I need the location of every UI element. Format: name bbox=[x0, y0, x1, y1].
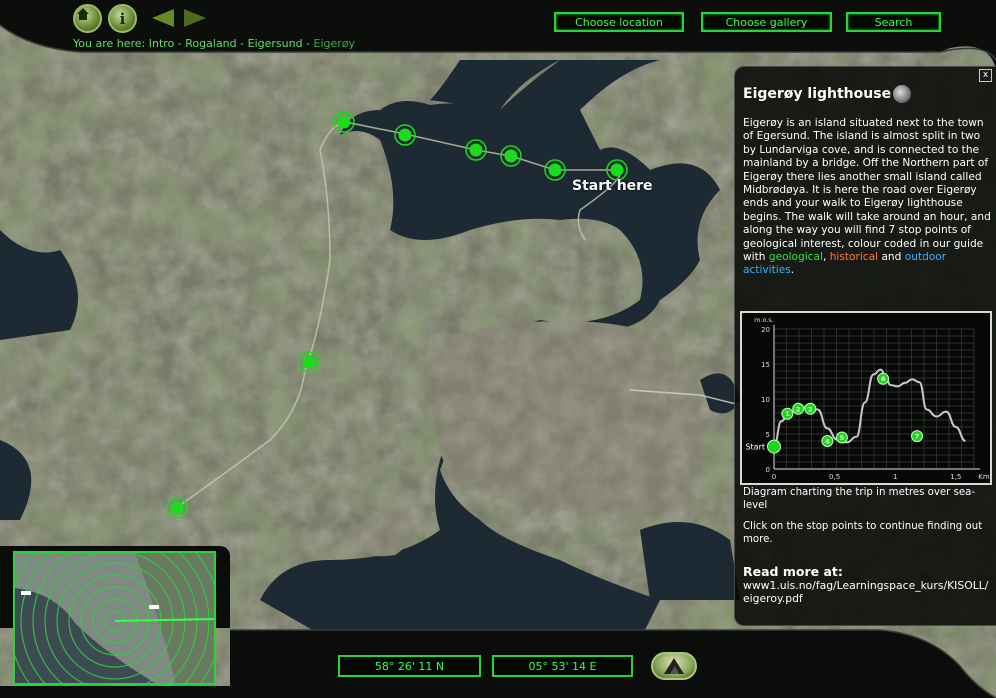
historical-label: historical bbox=[829, 251, 879, 264]
chart-stop-label: 4 bbox=[825, 438, 830, 446]
chart-stop-label: 6 bbox=[881, 375, 886, 383]
read-more-title: Read more at: bbox=[743, 564, 843, 579]
comma: , bbox=[822, 251, 827, 264]
chart-y-label: m.o.s. bbox=[754, 316, 774, 324]
info-panel: x Eigerøy lighthouse Eigerøy is an islan… bbox=[734, 66, 996, 626]
mountain-icon bbox=[664, 658, 684, 674]
breadcrumb-item-eigersund[interactable]: Eigersund bbox=[248, 37, 303, 50]
chart-x-tick-label: 1 bbox=[893, 473, 897, 481]
chart-y-tick-label: 20 bbox=[761, 326, 770, 334]
back-arrow-button[interactable] bbox=[152, 9, 174, 27]
breadcrumb-separator: - bbox=[306, 37, 311, 50]
click-instruction: Click on the stop points to continue fin… bbox=[743, 521, 983, 545]
chart-stop-label: 1 bbox=[785, 410, 790, 418]
chart-y-tick-label: 0 bbox=[766, 466, 770, 474]
longitude-display: 05° 53' 14 E bbox=[492, 655, 633, 677]
panel-description: Eigerøy is an island situated next to th… bbox=[743, 117, 991, 278]
chart-x-tick-label: 1,5 bbox=[950, 473, 961, 481]
chart-stop-label: 7 bbox=[915, 433, 920, 441]
geological-label: geological bbox=[768, 251, 823, 264]
elevation-chart: 0 5 10 15 20 0 0,5 1 1,5 m.o.s. Km Start 1 2 3 4 5 6 7 bbox=[740, 311, 992, 485]
bottom-bar: 58° 26' 11 N 05° 53' 14 E bbox=[0, 626, 996, 698]
info-icon: i bbox=[119, 9, 126, 28]
breadcrumb-separator: - bbox=[240, 37, 245, 50]
close-panel-button[interactable]: x bbox=[979, 69, 992, 82]
chart-y-tick-label: 5 bbox=[766, 431, 770, 439]
period: . bbox=[790, 264, 795, 277]
start-here-label: Start here bbox=[572, 178, 653, 194]
home-button[interactable] bbox=[73, 4, 102, 33]
top-bar: i You are here: Intro - Rogaland - Eiger… bbox=[0, 0, 996, 70]
forward-arrow-button[interactable] bbox=[184, 9, 206, 27]
chart-stop-point[interactable] bbox=[767, 439, 781, 454]
choose-gallery-button[interactable]: Choose gallery bbox=[701, 12, 832, 32]
terrain-view-button[interactable] bbox=[651, 652, 697, 680]
top-bar-shape bbox=[0, 0, 996, 70]
chart-x-tick-label: 0,5 bbox=[829, 473, 840, 481]
chart-stop-label: 2 bbox=[796, 405, 801, 413]
chart-start-label: Start bbox=[745, 443, 765, 452]
chart-x-tick-label: 0 bbox=[772, 473, 776, 481]
choose-location-button[interactable]: Choose location bbox=[554, 12, 684, 32]
chart-caption: Diagram charting the trip in metres over… bbox=[743, 487, 976, 511]
latitude-display: 58° 26' 11 N bbox=[338, 655, 481, 677]
chart-x-label: Km bbox=[978, 473, 990, 481]
breadcrumb-prefix: You are here: bbox=[73, 37, 146, 50]
breadcrumb-item-rogaland[interactable]: Rogaland bbox=[185, 37, 236, 50]
read-more-link[interactable]: www1.uis.no/fag/Learningspace_kurs/KISOL… bbox=[743, 579, 993, 606]
elevation-chart-svg: 051015200 0,5 1 1,5m.o.s.KmStart12 34 567 bbox=[745, 316, 990, 481]
description-main: Eigerøy is an island situated next to th… bbox=[743, 117, 991, 264]
chart-y-tick-label: 10 bbox=[761, 396, 770, 404]
breadcrumb-separator: - bbox=[177, 37, 182, 50]
breadcrumb: You are here: Intro - Rogaland - Eigersu… bbox=[73, 37, 355, 50]
speaker-icon[interactable] bbox=[893, 85, 911, 103]
breadcrumb-item-intro[interactable]: Intro bbox=[149, 37, 175, 50]
panel-title: Eigerøy lighthouse bbox=[743, 86, 892, 102]
breadcrumb-current: Eigerøy bbox=[313, 37, 356, 50]
chart-stop-label: 5 bbox=[840, 434, 845, 442]
info-button[interactable]: i bbox=[108, 4, 137, 33]
search-button[interactable]: Search bbox=[846, 12, 941, 32]
home-icon bbox=[77, 8, 89, 20]
chart-stop-label: 3 bbox=[808, 405, 813, 413]
chart-y-tick-label: 15 bbox=[761, 361, 770, 369]
and-word: and bbox=[881, 251, 902, 264]
